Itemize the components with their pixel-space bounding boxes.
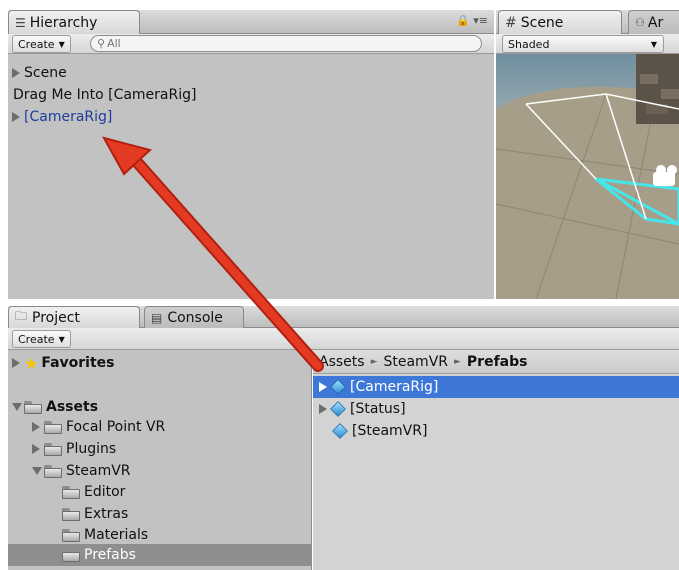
list-item[interactable]: Scene bbox=[12, 62, 67, 84]
folder-icon bbox=[62, 548, 80, 562]
dropdown-arrow-icon: ▼ bbox=[58, 39, 65, 49]
grid-icon: # bbox=[505, 14, 517, 31]
hierarchy-toolbar: Create ▼ ⚲ All bbox=[8, 34, 494, 54]
scene-view-drawing bbox=[496, 54, 679, 299]
prefab-cube-icon bbox=[330, 401, 346, 417]
project-toolbar: Create ▼ bbox=[8, 328, 679, 350]
prefab-cube-icon bbox=[332, 423, 348, 439]
stone-brick bbox=[661, 89, 679, 99]
expand-triangle-icon[interactable] bbox=[319, 382, 327, 392]
breadcrumb-separator: ► bbox=[454, 356, 461, 367]
folder-icon bbox=[62, 507, 80, 521]
list-icon: ☰ bbox=[15, 15, 26, 30]
collapse-triangle-icon[interactable] bbox=[32, 467, 42, 475]
hierarchy-tabbar: ☰ Hierarchy 🔒 ▾≡ bbox=[8, 10, 494, 34]
asset-item-status[interactable]: [Status] bbox=[319, 398, 406, 420]
expand-triangle-icon[interactable] bbox=[12, 358, 20, 368]
panel-menu-icon[interactable]: ▾≡ bbox=[473, 14, 488, 27]
favorites-item[interactable]: ★ Favorites bbox=[12, 352, 115, 374]
folder-icon: 🗀 bbox=[15, 309, 28, 323]
expand-triangle-icon[interactable] bbox=[12, 112, 20, 122]
collapse-triangle-icon[interactable] bbox=[12, 403, 22, 411]
asset-item-camerarig[interactable]: [CameraRig] bbox=[313, 376, 679, 398]
folder-icon bbox=[62, 528, 80, 542]
project-tabbar: 🗀 Project ▤ Console bbox=[8, 306, 679, 328]
list-item-camerarig[interactable]: [CameraRig] bbox=[12, 106, 112, 128]
tree-item-steamvr[interactable]: SteamVR bbox=[32, 460, 131, 482]
scene-viewport[interactable] bbox=[496, 54, 679, 299]
shading-mode-select[interactable]: Shaded ▼ bbox=[502, 35, 664, 53]
project-tree-panel: ★ Favorites Assets Focal Point VR Plugin… bbox=[8, 350, 312, 570]
search-icon: ⚲ bbox=[97, 37, 106, 50]
prefab-cube-icon bbox=[330, 379, 346, 395]
breadcrumb: Assets ► SteamVR ► Prefabs bbox=[313, 350, 679, 374]
folder-icon bbox=[44, 420, 62, 434]
breadcrumb-assets[interactable]: Assets bbox=[319, 354, 365, 370]
breadcrumb-steamvr[interactable]: SteamVR bbox=[383, 354, 448, 370]
animator-icon: ⚇ bbox=[635, 16, 645, 29]
project-create-button[interactable]: Create ▼ bbox=[12, 330, 71, 348]
hierarchy-panel: Scene Drag Me Into [CameraRig] [CameraRi… bbox=[8, 54, 494, 299]
assets-item[interactable]: Assets bbox=[12, 396, 98, 418]
list-item[interactable]: Drag Me Into [CameraRig] bbox=[13, 84, 196, 106]
stone-brick bbox=[640, 74, 658, 84]
camera-gizmo-icon[interactable] bbox=[653, 165, 677, 186]
expand-triangle-icon[interactable] bbox=[32, 422, 40, 432]
tree-item-prefabs[interactable]: Prefabs bbox=[8, 544, 312, 566]
tab-scene[interactable]: # Scene bbox=[498, 10, 622, 34]
tab-project[interactable]: 🗀 Project bbox=[8, 306, 140, 328]
lock-icon[interactable]: 🔒 bbox=[456, 14, 470, 27]
folder-icon bbox=[24, 400, 42, 414]
tree-item-plugins[interactable]: Plugins bbox=[32, 438, 116, 460]
folder-icon bbox=[44, 442, 62, 456]
tree-item-editor[interactable]: Editor bbox=[62, 481, 125, 503]
expand-triangle-icon[interactable] bbox=[32, 444, 40, 454]
breadcrumb-separator: ► bbox=[370, 356, 378, 367]
tab-animator[interactable]: ⚇ Ar bbox=[628, 10, 679, 34]
breadcrumb-prefabs[interactable]: Prefabs bbox=[467, 354, 528, 370]
expand-triangle-icon[interactable] bbox=[319, 404, 327, 414]
hierarchy-create-button[interactable]: Create ▼ bbox=[12, 35, 71, 53]
hierarchy-search-input[interactable]: ⚲ All bbox=[90, 35, 482, 52]
star-icon: ★ bbox=[24, 353, 39, 373]
tab-console[interactable]: ▤ Console bbox=[144, 306, 244, 328]
expand-triangle-icon[interactable] bbox=[12, 68, 20, 78]
folder-icon bbox=[44, 464, 62, 478]
folder-icon bbox=[62, 485, 80, 499]
tree-item-focal-point-vr[interactable]: Focal Point VR bbox=[32, 416, 165, 438]
project-asset-panel: Assets ► SteamVR ► Prefabs [CameraRig] [… bbox=[313, 350, 679, 570]
tree-item-materials[interactable]: Materials bbox=[62, 524, 148, 546]
dropdown-arrow-icon: ▼ bbox=[650, 39, 657, 49]
scene-toolbar: Shaded ▼ bbox=[496, 34, 679, 54]
tree-item-extras[interactable]: Extras bbox=[62, 503, 128, 525]
asset-item-steamvr[interactable]: [SteamVR] bbox=[332, 420, 427, 442]
console-icon: ▤ bbox=[151, 310, 163, 325]
scene-tabbar: # Scene ⚇ Ar bbox=[496, 10, 679, 34]
tab-hierarchy[interactable]: ☰ Hierarchy bbox=[8, 10, 140, 34]
dropdown-arrow-icon: ▼ bbox=[58, 334, 65, 344]
